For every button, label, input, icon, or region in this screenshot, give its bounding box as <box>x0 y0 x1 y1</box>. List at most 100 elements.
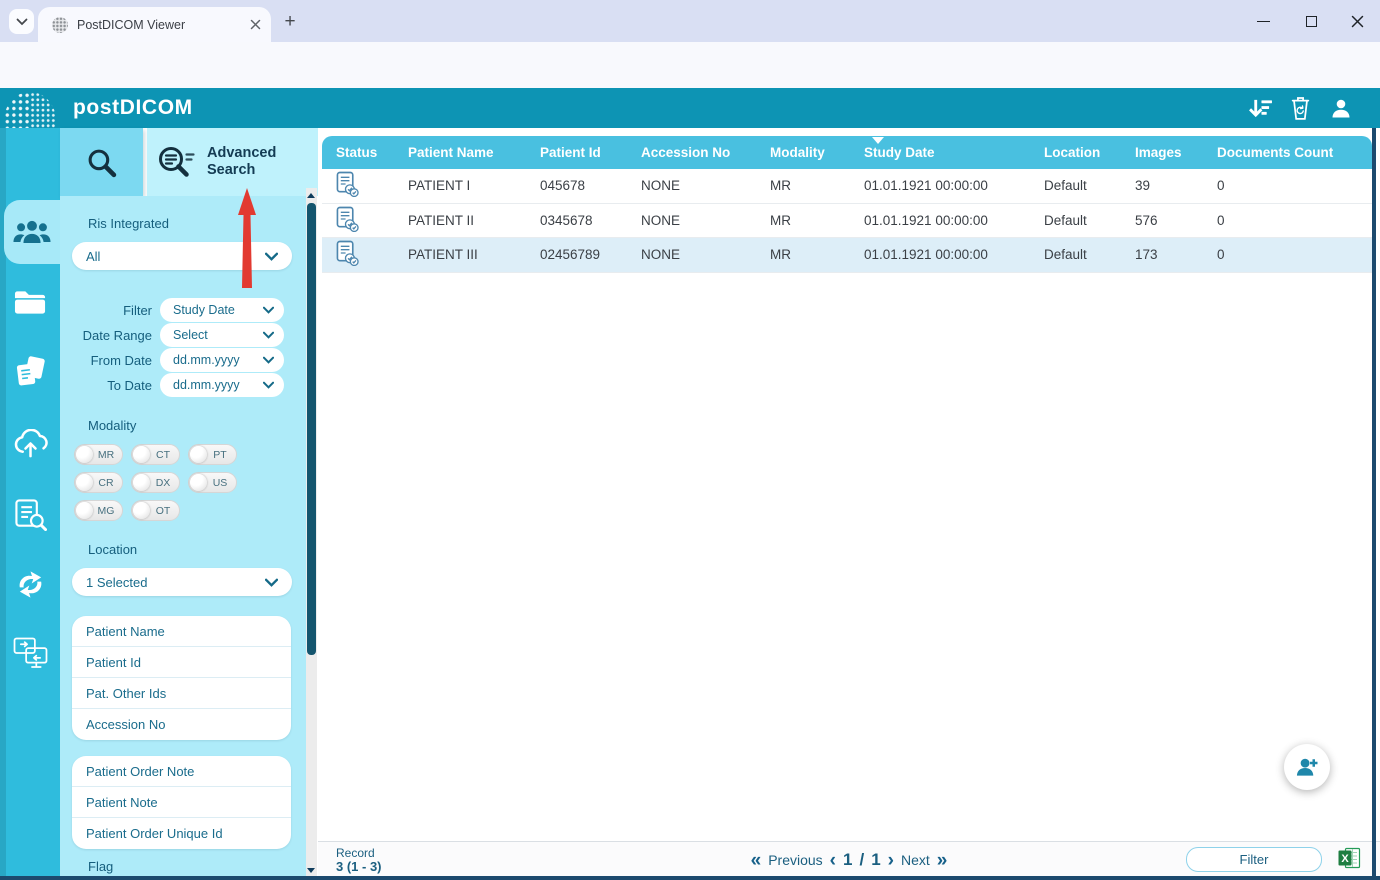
cell-images: 173 <box>1121 247 1203 262</box>
cell-status <box>322 206 394 235</box>
window-minimize-button[interactable] <box>1240 0 1286 42</box>
column-header-images[interactable]: Images <box>1121 136 1203 169</box>
modality-toggle-us[interactable]: US <box>188 472 237 493</box>
patient-order-note-field[interactable] <box>72 756 291 787</box>
flag-label: Flag <box>88 859 113 874</box>
modality-toggle-ct[interactable]: CT <box>131 444 180 465</box>
location-value: 1 Selected <box>86 575 265 590</box>
excel-export-button[interactable]: X <box>1338 847 1361 870</box>
toggle-knob <box>133 446 150 463</box>
main-right-edge <box>1372 128 1376 880</box>
note-filter-group <box>72 756 291 849</box>
chevron-down-icon <box>263 356 274 364</box>
trash-icon[interactable] <box>1285 95 1315 121</box>
to-date-select[interactable]: dd.mm.yyyy <box>160 373 284 397</box>
tab-basic-search[interactable] <box>60 128 143 196</box>
column-header-accession-no[interactable]: Accession No <box>627 136 756 169</box>
panel-scrollbar[interactable] <box>306 188 317 877</box>
column-label: Patient Name <box>408 145 494 160</box>
column-header-modality[interactable]: Modality <box>756 136 850 169</box>
table-row[interactable]: PATIENT I 045678 NONE MR 01.01.1921 00:0… <box>322 169 1372 204</box>
patient-order-unique-id-field[interactable] <box>72 818 291 849</box>
table-row-selected[interactable]: PATIENT III 02456789 NONE MR 01.01.1921 … <box>322 238 1372 273</box>
browser-tab[interactable]: PostDICOM Viewer <box>38 7 271 42</box>
patient-id-field[interactable] <box>72 647 291 678</box>
location-select[interactable]: 1 Selected <box>72 568 292 596</box>
column-header-patient-name[interactable]: Patient Name <box>394 136 526 169</box>
cell-accession-no: NONE <box>627 247 756 262</box>
sidebar-item-upload[interactable] <box>0 415 60 471</box>
column-header-study-date[interactable]: Study Date <box>850 136 1030 169</box>
user-icon[interactable] <box>1326 95 1356 121</box>
pat-other-ids-field[interactable] <box>72 678 291 709</box>
patient-note-field[interactable] <box>72 787 291 818</box>
cell-images: 576 <box>1121 213 1203 228</box>
scroll-down-arrow[interactable] <box>307 868 315 873</box>
patient-order-note-input[interactable] <box>86 764 277 779</box>
patient-name-input[interactable] <box>86 624 277 639</box>
tab-close-icon[interactable] <box>250 19 261 30</box>
table-row[interactable]: PATIENT II 0345678 NONE MR 01.01.1921 00… <box>322 204 1372 239</box>
column-label: Status <box>336 145 377 160</box>
tab-advanced-search[interactable]: Advanced Search <box>147 128 318 196</box>
column-header-status[interactable]: Status <box>322 136 394 169</box>
new-tab-button[interactable]: + <box>278 10 302 34</box>
cell-documents-count: 0 <box>1203 178 1372 193</box>
scrollbar-thumb[interactable] <box>307 203 316 655</box>
window-maximize-button[interactable] <box>1288 0 1334 42</box>
sidebar-item-sync[interactable] <box>0 556 60 612</box>
excel-export-icon: X <box>1338 847 1361 869</box>
patient-name-field[interactable] <box>72 616 291 647</box>
column-header-patient-id[interactable]: Patient Id <box>526 136 627 169</box>
chevron-down-icon <box>263 331 274 339</box>
patient-order-unique-id-input[interactable] <box>86 826 277 841</box>
sidebar-item-worklist[interactable] <box>0 486 60 542</box>
column-label: Modality <box>770 145 825 160</box>
next-page-button[interactable]: › <box>888 851 894 870</box>
filter-button[interactable]: Filter <box>1186 847 1322 872</box>
window-close-button[interactable] <box>1334 0 1380 42</box>
column-header-documents-count[interactable]: Documents Count <box>1203 136 1372 169</box>
studies-icon <box>14 356 47 388</box>
modality-toggle-mg[interactable]: MG <box>74 500 123 521</box>
sidebar-item-patients[interactable] <box>4 200 60 264</box>
accession-no-field[interactable] <box>72 709 291 740</box>
sidebar-item-share-screens[interactable] <box>0 624 60 680</box>
patient-note-input[interactable] <box>86 795 277 810</box>
patient-id-input[interactable] <box>86 655 277 670</box>
modality-label-ct: CT <box>150 449 179 461</box>
cell-accession-no: NONE <box>627 178 756 193</box>
sort-descending-icon[interactable] <box>1245 95 1275 121</box>
svg-text:X: X <box>1341 853 1349 865</box>
ris-integrated-select[interactable]: All <box>72 242 292 270</box>
pat-other-ids-input[interactable] <box>86 686 277 701</box>
scroll-up-arrow[interactable] <box>307 193 315 198</box>
previous-button[interactable]: Previous <box>768 852 822 868</box>
sidebar-item-folders[interactable] <box>0 274 60 330</box>
sidebar-item-studies[interactable] <box>0 344 60 400</box>
toggle-knob <box>133 502 150 519</box>
last-page-button[interactable]: » <box>937 851 948 870</box>
modality-toggle-cr[interactable]: CR <box>74 472 123 493</box>
accession-no-input[interactable] <box>86 717 277 732</box>
add-patient-button[interactable] <box>1284 744 1330 790</box>
modality-toggle-ot[interactable]: OT <box>131 500 180 521</box>
modality-toggle-pt[interactable]: PT <box>188 444 237 465</box>
column-label: Location <box>1044 145 1100 160</box>
from-date-select[interactable]: dd.mm.yyyy <box>160 348 284 372</box>
column-label: Patient Id <box>540 145 601 160</box>
column-header-location[interactable]: Location <box>1030 136 1121 169</box>
date-range-select[interactable]: Select <box>160 323 284 347</box>
tab-search-button[interactable] <box>9 9 34 34</box>
cell-patient-name: PATIENT I <box>394 178 526 193</box>
modality-label-ot: OT <box>150 505 179 517</box>
filter-select[interactable]: Study Date <box>160 298 284 322</box>
cell-status <box>322 240 394 269</box>
to-date-label: To Date <box>66 378 160 393</box>
modality-toggle-dx[interactable]: DX <box>131 472 180 493</box>
modality-toggle-mr[interactable]: MR <box>74 444 123 465</box>
first-page-button[interactable]: « <box>751 851 762 870</box>
prev-page-button[interactable]: ‹ <box>830 851 836 870</box>
cell-patient-name: PATIENT III <box>394 247 526 262</box>
next-button[interactable]: Next <box>901 852 930 868</box>
